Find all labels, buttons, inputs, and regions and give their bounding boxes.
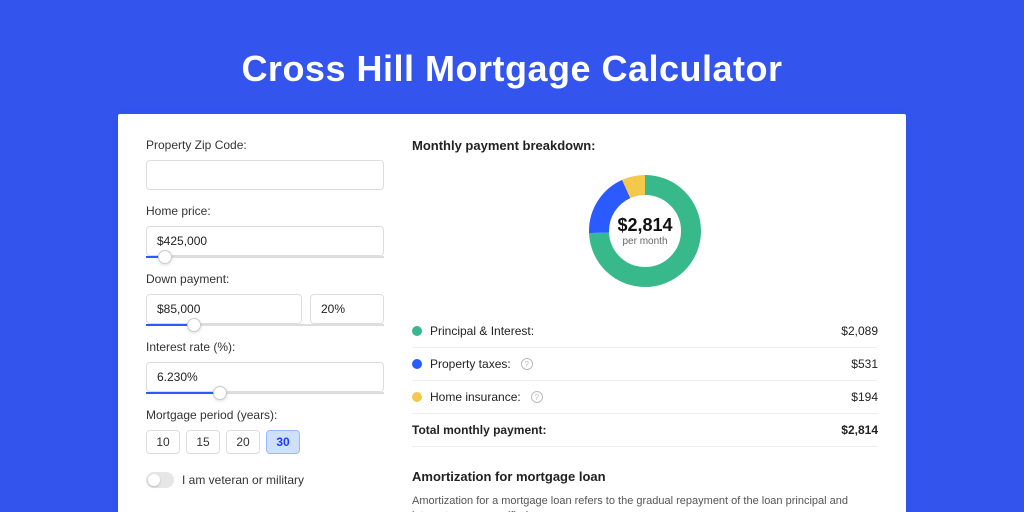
donut-sub: per month bbox=[622, 236, 667, 247]
down-amount-input[interactable] bbox=[146, 294, 302, 324]
price-slider[interactable] bbox=[146, 256, 384, 258]
donut-amount: $2,814 bbox=[617, 215, 672, 236]
donut-wrap: $2,814 per month bbox=[412, 171, 878, 291]
rate-slider[interactable] bbox=[146, 392, 384, 394]
period-label: Mortgage period (years): bbox=[146, 408, 384, 422]
legend-row: Property taxes:? $531 bbox=[412, 348, 878, 381]
zip-row: Property Zip Code: bbox=[146, 138, 384, 190]
form-panel: Property Zip Code: Home price: Down paym… bbox=[146, 138, 384, 512]
veteran-toggle[interactable] bbox=[146, 472, 174, 488]
legend-dot-icon bbox=[412, 326, 422, 336]
legend-label: Property taxes: bbox=[430, 357, 511, 371]
period-button-15[interactable]: 15 bbox=[186, 430, 220, 454]
legend-row: Home insurance:? $194 bbox=[412, 381, 878, 414]
price-input[interactable] bbox=[146, 226, 384, 256]
legend-value: $531 bbox=[851, 357, 878, 371]
amortization-title: Amortization for mortgage loan bbox=[412, 469, 878, 484]
legend-total-row: Total monthly payment: $2,814 bbox=[412, 414, 878, 447]
legend-value: $2,089 bbox=[841, 324, 878, 338]
period-button-10[interactable]: 10 bbox=[146, 430, 180, 454]
zip-input[interactable] bbox=[146, 160, 384, 190]
veteran-label: I am veteran or military bbox=[182, 473, 304, 487]
legend-value: $194 bbox=[851, 390, 878, 404]
amortization-text: Amortization for a mortgage loan refers … bbox=[412, 494, 878, 512]
calculator-card: Property Zip Code: Home price: Down paym… bbox=[118, 114, 906, 512]
legend-label: Principal & Interest: bbox=[430, 324, 534, 338]
rate-input[interactable] bbox=[146, 362, 384, 392]
total-value: $2,814 bbox=[841, 423, 878, 437]
legend-row: Principal & Interest: $2,089 bbox=[412, 315, 878, 348]
page-title: Cross Hill Mortgage Calculator bbox=[0, 0, 1024, 114]
down-slider[interactable] bbox=[146, 324, 384, 326]
zip-label: Property Zip Code: bbox=[146, 138, 384, 152]
legend-dot-icon bbox=[412, 359, 422, 369]
info-icon[interactable]: ? bbox=[521, 358, 533, 370]
donut-chart: $2,814 per month bbox=[585, 171, 705, 291]
rate-slider-fill bbox=[146, 392, 220, 394]
rate-row: Interest rate (%): bbox=[146, 340, 384, 394]
period-row: Mortgage period (years): 10152030 bbox=[146, 408, 384, 454]
breakdown-title: Monthly payment breakdown: bbox=[412, 138, 878, 153]
down-label: Down payment: bbox=[146, 272, 384, 286]
results-panel: Monthly payment breakdown: $2,814 per mo… bbox=[412, 138, 878, 512]
legend: Principal & Interest: $2,089 Property taxe… bbox=[412, 315, 878, 447]
legend-dot-icon bbox=[412, 392, 422, 402]
down-percent-input[interactable] bbox=[310, 294, 384, 324]
total-label: Total monthly payment: bbox=[412, 423, 546, 437]
down-row: Down payment: bbox=[146, 272, 384, 326]
period-button-30[interactable]: 30 bbox=[266, 430, 300, 454]
price-label: Home price: bbox=[146, 204, 384, 218]
price-slider-thumb[interactable] bbox=[158, 250, 172, 264]
info-icon[interactable]: ? bbox=[531, 391, 543, 403]
veteran-row: I am veteran or military bbox=[146, 472, 384, 488]
period-buttons: 10152030 bbox=[146, 430, 384, 454]
rate-slider-thumb[interactable] bbox=[213, 386, 227, 400]
donut-center: $2,814 per month bbox=[585, 171, 705, 291]
down-slider-thumb[interactable] bbox=[187, 318, 201, 332]
legend-label: Home insurance: bbox=[430, 390, 521, 404]
period-button-20[interactable]: 20 bbox=[226, 430, 260, 454]
price-row: Home price: bbox=[146, 204, 384, 258]
rate-label: Interest rate (%): bbox=[146, 340, 384, 354]
